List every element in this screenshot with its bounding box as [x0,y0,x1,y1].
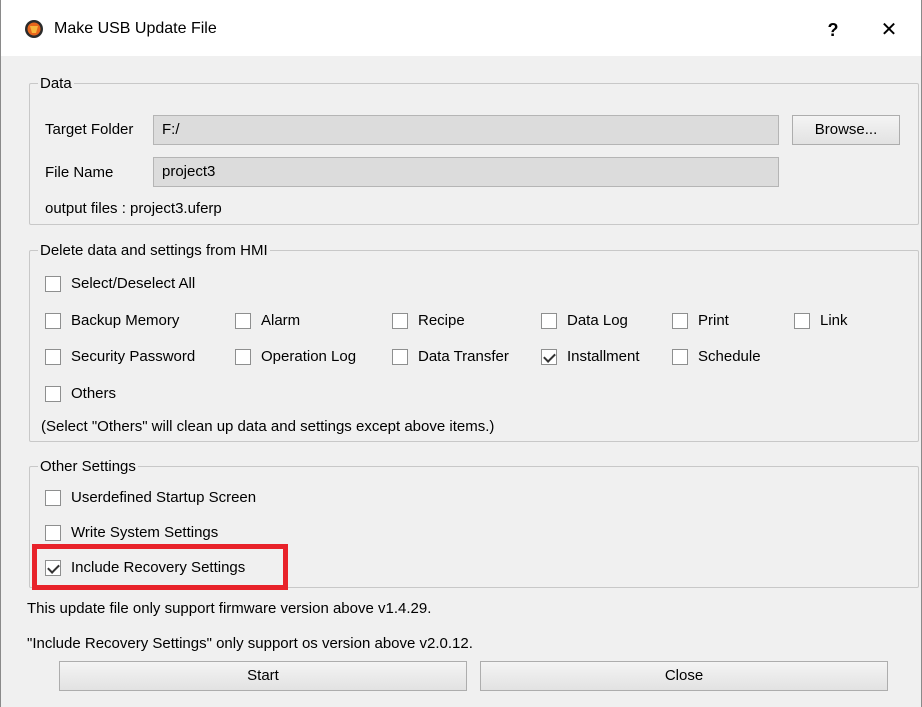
os-version-note: "Include Recovery Settings" only support… [27,635,473,652]
checkbox-label: Alarm [261,312,301,329]
delete-data-group: Delete data and settings from HMI [29,242,919,442]
security-password-checkbox[interactable]: Security Password [45,348,195,365]
help-button[interactable]: ? [813,12,853,48]
checkbox-label: Print [698,312,729,329]
file-name-field[interactable]: project3 [153,157,779,187]
checkbox-label: Installment [567,348,640,365]
checkbox-box[interactable] [672,312,688,329]
checkbox-box[interactable] [45,275,61,292]
checkbox-label: Backup Memory [71,312,180,329]
write-system-settings-checkbox[interactable]: Write System Settings [45,524,218,541]
checkbox-label: Data Log [567,312,628,329]
start-button[interactable]: Start [59,661,467,691]
checkbox-box[interactable] [45,524,61,541]
others-note: (Select "Others" will clean up data and … [41,418,495,435]
recipe-checkbox[interactable]: Recipe [392,312,465,329]
checkbox-box[interactable] [541,348,557,365]
file-name-label: File Name [45,164,114,181]
others-checkbox[interactable]: Others [45,385,116,402]
firmware-note: This update file only support firmware v… [27,600,432,617]
title-bar: Make USB Update File ? ✕ [1,0,921,56]
checkbox-box[interactable] [235,312,251,329]
print-checkbox[interactable]: Print [672,312,729,329]
checkbox-label: Write System Settings [71,524,219,541]
select-all-checkbox[interactable]: Select/Deselect All [45,275,195,292]
delete-group-legend: Delete data and settings from HMI [40,242,268,259]
checkbox-box[interactable] [45,385,61,402]
link-checkbox[interactable]: Link [794,312,848,329]
checkbox-box[interactable] [235,348,251,365]
highlight-annotation [32,544,288,590]
dialog-window: Make USB Update File ? ✕ Data Target Fol… [0,0,922,707]
checkbox-label: Userdefined Startup Screen [71,489,257,506]
checkbox-label: Operation Log [261,348,357,365]
checkbox-box[interactable] [45,348,61,365]
checkbox-label: Select/Deselect All [71,275,196,292]
close-button[interactable]: Close [480,661,888,691]
checkbox-label: Link [820,312,848,329]
target-folder-label: Target Folder [45,121,134,138]
browse-button[interactable]: Browse... [792,115,900,145]
checkbox-label: Security Password [71,348,196,365]
data-transfer-checkbox[interactable]: Data Transfer [392,348,509,365]
other-settings-legend: Other Settings [40,458,136,475]
checkbox-box[interactable] [45,489,61,506]
target-folder-field[interactable]: F:/ [153,115,779,145]
schedule-checkbox[interactable]: Schedule [672,348,761,365]
userdefined-startup-screen-checkbox[interactable]: Userdefined Startup Screen [45,489,256,506]
checkbox-label: Data Transfer [418,348,509,365]
checkbox-label: Schedule [698,348,761,365]
data-group-legend: Data [40,75,72,92]
checkbox-box[interactable] [392,348,408,365]
app-logo-icon [25,20,43,38]
checkbox-box[interactable] [392,312,408,329]
operation-log-checkbox[interactable]: Operation Log [235,348,356,365]
checkbox-box[interactable] [794,312,810,329]
alarm-checkbox[interactable]: Alarm [235,312,300,329]
checkbox-box[interactable] [672,348,688,365]
checkbox-label: Others [71,385,117,402]
backup-memory-checkbox[interactable]: Backup Memory [45,312,179,329]
close-window-button[interactable]: ✕ [869,12,909,48]
checkbox-box[interactable] [45,312,61,329]
window-title: Make USB Update File [54,20,217,37]
output-files-text: output files : project3.uferp [45,200,222,217]
checkbox-label: Recipe [418,312,465,329]
data-log-checkbox[interactable]: Data Log [541,312,628,329]
installment-checkbox[interactable]: Installment [541,348,640,365]
checkbox-box[interactable] [541,312,557,329]
